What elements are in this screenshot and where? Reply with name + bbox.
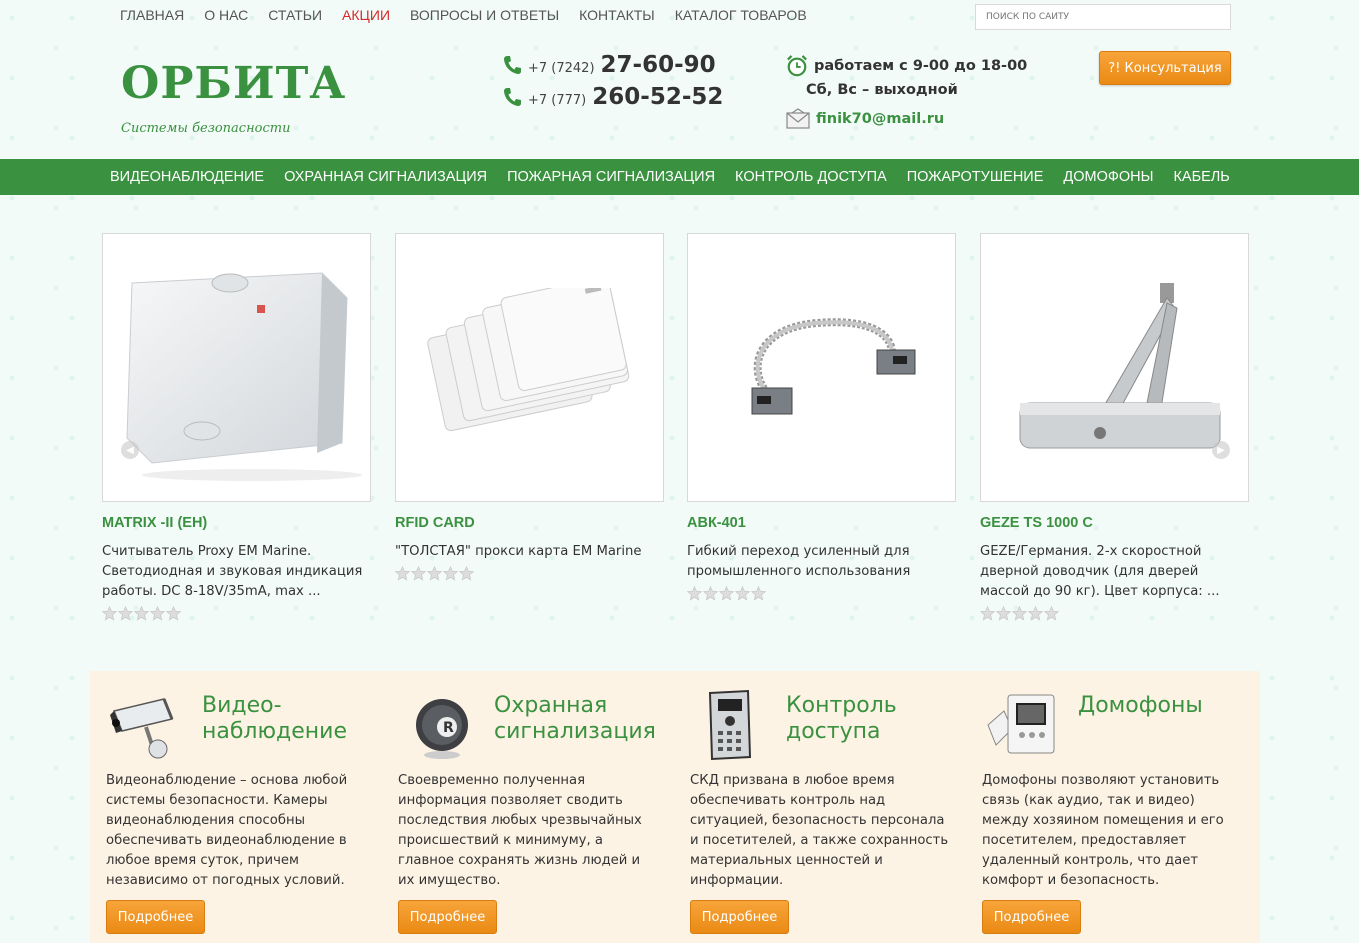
product-description: Считыватель Proxy EM Marine. Светодиодна…	[102, 544, 363, 599]
star-icon[interactable]	[979, 605, 996, 621]
service-title[interactable]: Видео- наблюдение	[202, 693, 347, 745]
product-description: "ТОЛСТАЯ" прокси карта EM Marine	[395, 544, 642, 559]
product-rating[interactable]	[101, 605, 372, 621]
mainnav-cable[interactable]: КАБЕЛЬ	[1173, 169, 1229, 185]
product-card: ◀ MATRIX -II (EH) Считыватель Proxy EM M…	[101, 233, 372, 621]
star-icon[interactable]	[149, 605, 166, 621]
product-description: Гибкий переход усиленный для промышленно…	[687, 544, 911, 579]
email-link[interactable]: finik70@mail.ru	[816, 111, 944, 127]
mainnav-fire-extinguishing[interactable]: ПОЖАРОТУШЕНИЕ	[907, 169, 1044, 185]
slider-prev-button[interactable]: ◀	[121, 441, 139, 459]
top-nav: ГЛАВНАЯ О НАС СТАТЬИ АКЦИИ ВОПРОСЫ И ОТВ…	[120, 6, 807, 24]
phone-2-number[interactable]: 260-52-52	[592, 84, 723, 110]
service-text: Своевременно полученная информация позво…	[398, 773, 642, 888]
topnav-catalog[interactable]: КАТАЛОГ ТОВАРОВ	[675, 6, 807, 24]
phone-icon	[504, 88, 521, 106]
service-title[interactable]: Охранная сигнализация	[494, 693, 656, 745]
service-title[interactable]: Домофоны	[1078, 693, 1203, 719]
service-text: Видеонаблюдение – основа любой системы б…	[106, 773, 348, 888]
alarm-icon: R	[416, 699, 468, 759]
product-rating[interactable]	[979, 605, 1250, 621]
star-icon[interactable]	[686, 585, 703, 601]
star-icon[interactable]	[702, 585, 719, 601]
star-icon[interactable]	[394, 565, 411, 581]
alarm-clock-icon	[787, 55, 807, 77]
rfid-cards-image	[426, 287, 629, 431]
product-image[interactable]	[687, 233, 956, 502]
search-input[interactable]	[975, 4, 1231, 30]
star-icon[interactable]	[1011, 605, 1028, 621]
services-section: Видео- наблюдение Видеонаблюдение – осно…	[90, 671, 1260, 943]
mainnav-video[interactable]: ВИДЕОНАБЛЮДЕНИЕ	[110, 169, 264, 185]
working-hours: работаем с 9-00 до 18-00	[786, 54, 1027, 78]
product-rating[interactable]	[394, 565, 665, 581]
service-title[interactable]: Контроль доступа	[786, 693, 897, 745]
card-reader-image	[125, 271, 362, 481]
star-icon[interactable]	[750, 585, 767, 601]
more-button[interactable]: Подробнее	[982, 900, 1081, 934]
topnav-home[interactable]: ГЛАВНАЯ	[120, 6, 184, 24]
product-image[interactable]	[395, 233, 664, 502]
topnav-contacts[interactable]: КОНТАКТЫ	[579, 6, 655, 24]
mainnav-access-control[interactable]: КОНТРОЛЬ ДОСТУПА	[735, 169, 887, 185]
star-icon[interactable]	[117, 605, 134, 621]
camera-icon	[110, 698, 174, 759]
phone-2: +7 (777) 260-52-52	[502, 84, 723, 110]
star-icon[interactable]	[442, 565, 459, 581]
slider-next-button[interactable]: ▶	[1212, 441, 1230, 459]
product-card: АВК-401 Гибкий переход усиленный для про…	[686, 233, 957, 601]
more-button[interactable]: Подробнее	[106, 900, 205, 934]
product-rating[interactable]	[686, 585, 957, 601]
service-text: Домофоны позволяют установить связь (как…	[982, 773, 1224, 888]
product-image[interactable]: ▶	[980, 233, 1249, 502]
phone-2-code: +7 (777)	[528, 93, 587, 108]
email-block: finik70@mail.ru	[786, 108, 944, 130]
phone-1: +7 (7242) 27-60-90	[502, 52, 716, 78]
site-tagline: Системы безопасности	[121, 121, 291, 136]
product-title[interactable]: RFID CARD	[395, 515, 665, 531]
product-card: ▶ GEZE TS 1000 C GEZE/Германия. 2-х скор…	[979, 233, 1250, 621]
star-icon[interactable]	[133, 605, 150, 621]
more-button[interactable]: Подробнее	[398, 900, 497, 934]
mainnav-security-alarm[interactable]: ОХРАННАЯ СИГНАЛИЗАЦИЯ	[284, 169, 487, 185]
door-closer-image	[1019, 282, 1220, 448]
star-icon[interactable]	[1043, 605, 1060, 621]
door-loop-image	[751, 317, 915, 414]
phone-icon	[504, 56, 521, 74]
product-title[interactable]: АВК-401	[687, 515, 957, 531]
product-card: RFID CARD "ТОЛСТАЯ" прокси карта EM Mari…	[394, 233, 665, 581]
mainnav-fire-alarm[interactable]: ПОЖАРНАЯ СИГНАЛИЗАЦИЯ	[507, 169, 715, 185]
product-title[interactable]: GEZE TS 1000 C	[980, 515, 1250, 531]
star-icon[interactable]	[458, 565, 475, 581]
access-panel-icon	[708, 689, 752, 761]
topnav-articles[interactable]: СТАТЬИ	[268, 6, 322, 24]
star-icon[interactable]	[165, 605, 182, 621]
service-text: СКД призвана в любое время обеспечивать …	[690, 773, 949, 888]
topnav-promotions[interactable]: АКЦИИ	[342, 6, 390, 24]
star-icon[interactable]	[1027, 605, 1044, 621]
topnav-faq[interactable]: ВОПРОСЫ И ОТВЕТЫ	[410, 6, 559, 24]
intercom-icon	[987, 694, 1055, 754]
star-icon[interactable]	[718, 585, 735, 601]
product-title[interactable]: MATRIX -II (EH)	[102, 515, 372, 531]
svg-text:R: R	[443, 720, 454, 736]
star-icon[interactable]	[101, 605, 118, 621]
star-icon[interactable]	[734, 585, 751, 601]
mainnav-intercoms[interactable]: ДОМОФОНЫ	[1063, 169, 1153, 185]
product-image[interactable]: ◀	[102, 233, 371, 502]
site-logo[interactable]: ОРБИТА	[121, 58, 346, 109]
star-icon[interactable]	[410, 565, 427, 581]
phone-1-number[interactable]: 27-60-90	[601, 52, 716, 78]
weekend-text: Сб, Вс – выходной	[806, 82, 958, 98]
star-icon[interactable]	[426, 565, 443, 581]
main-nav: ВИДЕОНАБЛЮДЕНИЕ ОХРАННАЯ СИГНАЛИЗАЦИЯ ПО…	[0, 159, 1359, 195]
phone-1-code: +7 (7242)	[528, 61, 595, 76]
star-icon[interactable]	[995, 605, 1012, 621]
hours-text: работаем с 9-00 до 18-00	[814, 58, 1028, 74]
consultation-button[interactable]: ?! Консультация	[1099, 51, 1231, 85]
more-button[interactable]: Подробнее	[690, 900, 789, 934]
product-description: GEZE/Германия. 2-х скоростной дверной до…	[980, 544, 1220, 599]
envelope-icon	[786, 108, 810, 129]
topnav-about[interactable]: О НАС	[204, 6, 248, 24]
